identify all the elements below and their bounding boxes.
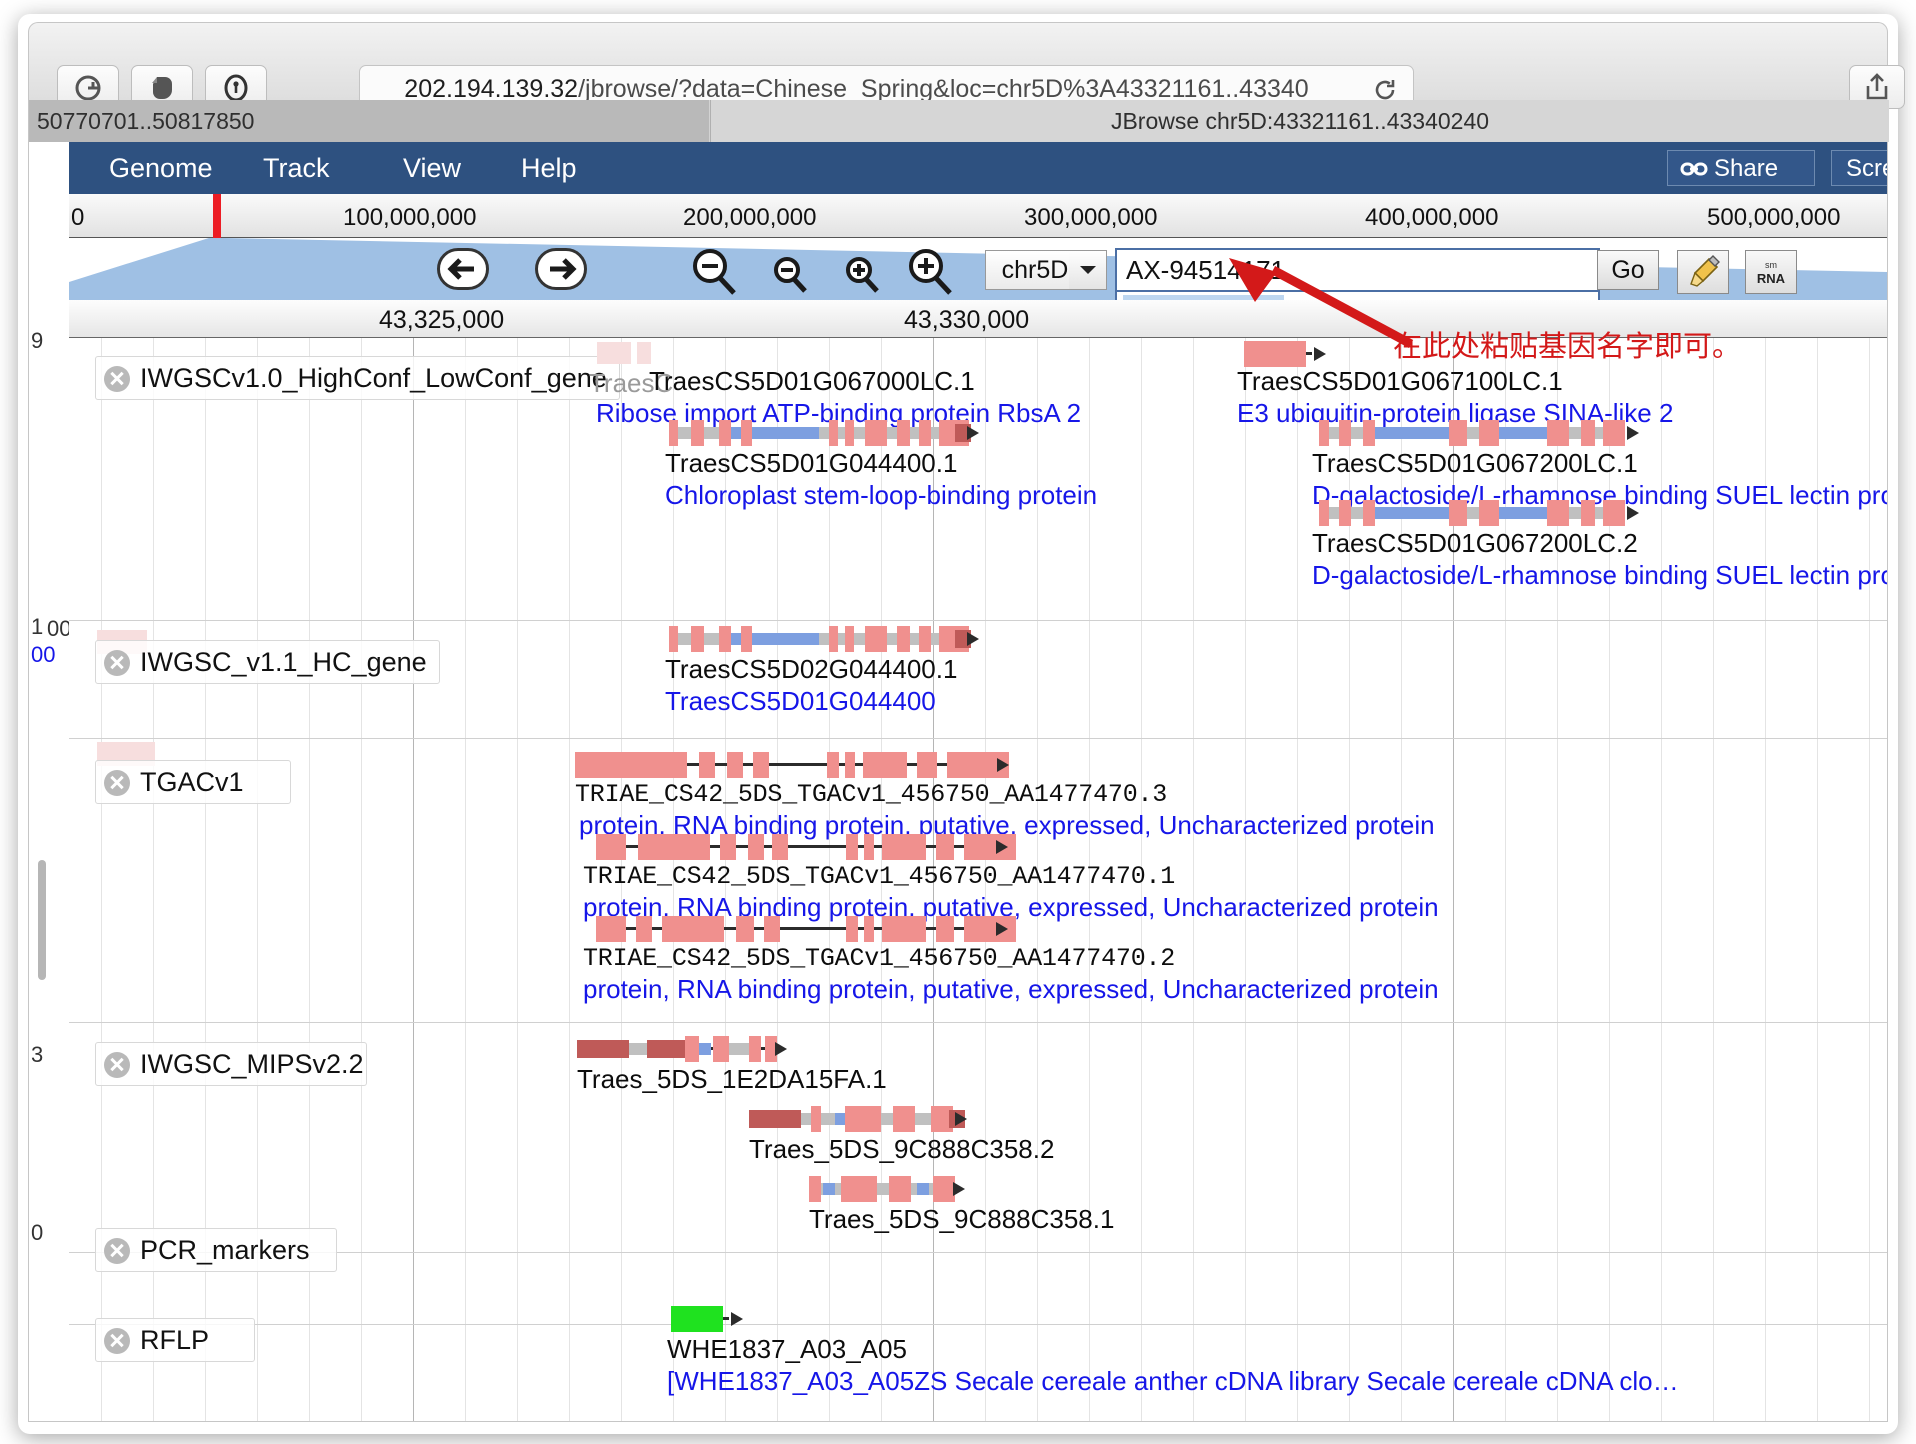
highlighter-icon-button[interactable] [1677, 250, 1729, 294]
smrna-icon-button[interactable]: sm RNA [1745, 250, 1797, 294]
gutter-label-0: 9 [31, 328, 44, 353]
zoom-out-small-button[interactable] [769, 254, 813, 300]
overview-location-marker [213, 194, 221, 238]
svg-text:sm: sm [1765, 260, 1777, 270]
track-canvas[interactable]: IWGSCv1.0_HighConf_LowConf_gene TraesC T… [69, 338, 1887, 1421]
tab-inactive[interactable]: 50770701..50817850 [29, 100, 709, 142]
menu-view[interactable]: View [403, 142, 461, 194]
feature-glyph[interactable] [671, 1306, 743, 1332]
zoom-in-small-button[interactable] [841, 254, 885, 300]
genome-overview-ruler[interactable]: 0 100,000,000 200,000,000 300,000,000 40… [69, 194, 1887, 238]
track-label-tgacv1[interactable]: TGACv1 [95, 760, 291, 804]
zoom-in-large-button[interactable] [903, 246, 957, 300]
feature-name[interactable]: TraesCS5D01G067200LC.1 [1312, 448, 1638, 479]
close-icon[interactable] [104, 366, 130, 392]
feature-name[interactable]: WHE1837_A03_A05 [667, 1334, 907, 1365]
track-label-text: IWGSC_v1.1_HC_gene [140, 647, 427, 677]
menu-track[interactable]: Track [263, 142, 330, 194]
annotation-arrow-icon [1229, 258, 1414, 348]
gutter-label-5: 0 [31, 1220, 44, 1245]
feature-name[interactable]: TraesCS5D01G067000LC.1 [649, 366, 975, 397]
feature-name[interactable]: TraesCS5D02G044400.1 [665, 654, 957, 685]
feature-description[interactable]: protein, RNA binding protein, putative, … [583, 974, 1439, 1005]
tab-strip: 50770701..50817850 JBrowse chr5D:4332116… [28, 100, 1889, 142]
track-label-text: IWGSCv1.0_HighConf_LowConf_gene [140, 363, 607, 393]
feature-description[interactable]: TraesCS5D01G044400 [665, 686, 936, 717]
ruler-tick-1: 43,330,000 [904, 306, 1030, 334]
track-label-text: RFLP [140, 1325, 210, 1355]
feature-name[interactable]: TraesCS5D01G044400.1 [665, 448, 957, 479]
track-label-iwgsc-v11-hc-gene[interactable]: IWGSC_v1.1_HC_gene [95, 640, 440, 684]
tab-active[interactable]: JBrowse chr5D:43321161..43340240 [710, 100, 1889, 142]
left-gutter: 9 1 00 00 3 0 [29, 142, 72, 1421]
nav-forward-button[interactable] [535, 248, 587, 290]
overview-tick-3: 300,000,000 [1024, 204, 1158, 231]
feature-name[interactable]: TRIAE_CS42_5DS_TGACv1_456750_AA1477470.2 [583, 944, 1175, 973]
ruler-tick-0: 43,325,000 [379, 306, 505, 334]
track-label-pcr-markers[interactable]: PCR_markers [95, 1228, 337, 1272]
overview-tick-0: 0 [71, 204, 85, 231]
feature-description[interactable]: D-galactoside/L-rhamnose binding SUEL le… [1312, 560, 1887, 591]
feature-name[interactable]: TRIAE_CS42_5DS_TGACv1_456750_AA1477470.1 [583, 862, 1175, 891]
track-label-text: PCR_markers [140, 1235, 310, 1265]
feature-name[interactable]: Traes_5DS_9C888C358.2 [749, 1134, 1054, 1165]
feature-glyph[interactable] [749, 1106, 967, 1132]
feature-glyph[interactable] [575, 752, 1009, 778]
browser-toolbar: 202.194.139.32/jbrowse/?data=Chinese_Spr… [28, 22, 1905, 110]
close-icon[interactable] [104, 1328, 130, 1354]
screenshot-root: 202.194.139.32/jbrowse/?data=Chinese_Spr… [0, 0, 1916, 1444]
feature-name[interactable]: Traes_5DS_9C888C358.1 [809, 1204, 1114, 1235]
screenshot-button-label: Scree [1846, 155, 1887, 182]
link-chain-icon [1680, 162, 1708, 176]
overview-tick-1: 100,000,000 [343, 204, 477, 231]
feature-name[interactable]: TraesCS5D01G067100LC.1 [1237, 366, 1563, 397]
overview-tick-4: 400,000,000 [1365, 204, 1499, 231]
feature-glyph[interactable] [669, 420, 979, 446]
menu-help[interactable]: Help [521, 142, 577, 194]
share-button-label: Share [1714, 155, 1779, 182]
feature-glyph[interactable] [596, 834, 1016, 860]
screenshot-button[interactable]: Scree [1831, 150, 1887, 186]
menu-genome[interactable]: Genome [109, 142, 213, 194]
feature-glyph[interactable] [596, 916, 1016, 942]
close-icon[interactable] [104, 770, 130, 796]
close-icon[interactable] [104, 650, 130, 676]
feature-glyph[interactable] [669, 626, 979, 652]
nav-back-button[interactable] [437, 248, 489, 290]
gutter-label-1: 1 [31, 614, 44, 639]
track-label-iwgsc-mipsv22[interactable]: IWGSC_MIPSv2.2 [95, 1042, 367, 1086]
feature-partial-glyph-2 [637, 342, 651, 364]
feature-glyph[interactable] [809, 1176, 965, 1202]
feature-name[interactable]: TraesCS5D01G067200LC.2 [1312, 528, 1638, 559]
feature-description[interactable]: Chloroplast stem-loop-binding protein [665, 480, 1097, 511]
share-button[interactable]: Share [1667, 150, 1815, 186]
vertical-scrollbar-thumb[interactable] [38, 860, 46, 980]
gutter-label-2: 00 [47, 616, 72, 641]
gutter-label-4: 3 [31, 1042, 44, 1067]
annotation-note-text: 在此处粘贴基因名字即可。 [1393, 331, 1742, 363]
chevron-down-icon[interactable] [1069, 250, 1107, 290]
track-label-text: TGACv1 [140, 767, 244, 797]
jbrowse-nav-toolbar: chr5D AX-94514171 AX-94514171 Go smRNA [69, 238, 1887, 300]
feature-glyph[interactable] [1319, 420, 1639, 446]
feature-description[interactable]: [WHE1837_A03_A05ZS Secale cereale anther… [667, 1366, 1679, 1397]
track-label-iwgscv1-highconf-lowconf[interactable]: IWGSCv1.0_HighConf_LowConf_gene [95, 356, 620, 400]
track-label-text: IWGSC_MIPSv2.2 [140, 1049, 364, 1079]
feature-glyph[interactable] [1319, 500, 1639, 526]
close-icon[interactable] [104, 1052, 130, 1078]
close-icon[interactable] [104, 1238, 130, 1264]
jbrowse-menubar: Genome Track View Help Share Scree [69, 142, 1887, 194]
go-button[interactable]: Go [1597, 250, 1659, 290]
track-label-rflp[interactable]: RFLP [95, 1318, 255, 1362]
overview-tick-2: 200,000,000 [683, 204, 817, 231]
overview-tick-5: 500,000,000 [1707, 204, 1841, 231]
feature-name[interactable]: Traes_5DS_1E2DA15FA.1 [577, 1064, 887, 1095]
feature-name[interactable]: TRIAE_CS42_5DS_TGACv1_456750_AA1477470.3 [575, 780, 1167, 809]
feature-partial-glyph [597, 342, 631, 364]
zoom-out-large-button[interactable] [687, 246, 741, 300]
gutter-label-3: 00 [31, 642, 56, 667]
svg-text:RNA: RNA [1757, 271, 1786, 286]
feature-glyph[interactable] [577, 1036, 787, 1062]
